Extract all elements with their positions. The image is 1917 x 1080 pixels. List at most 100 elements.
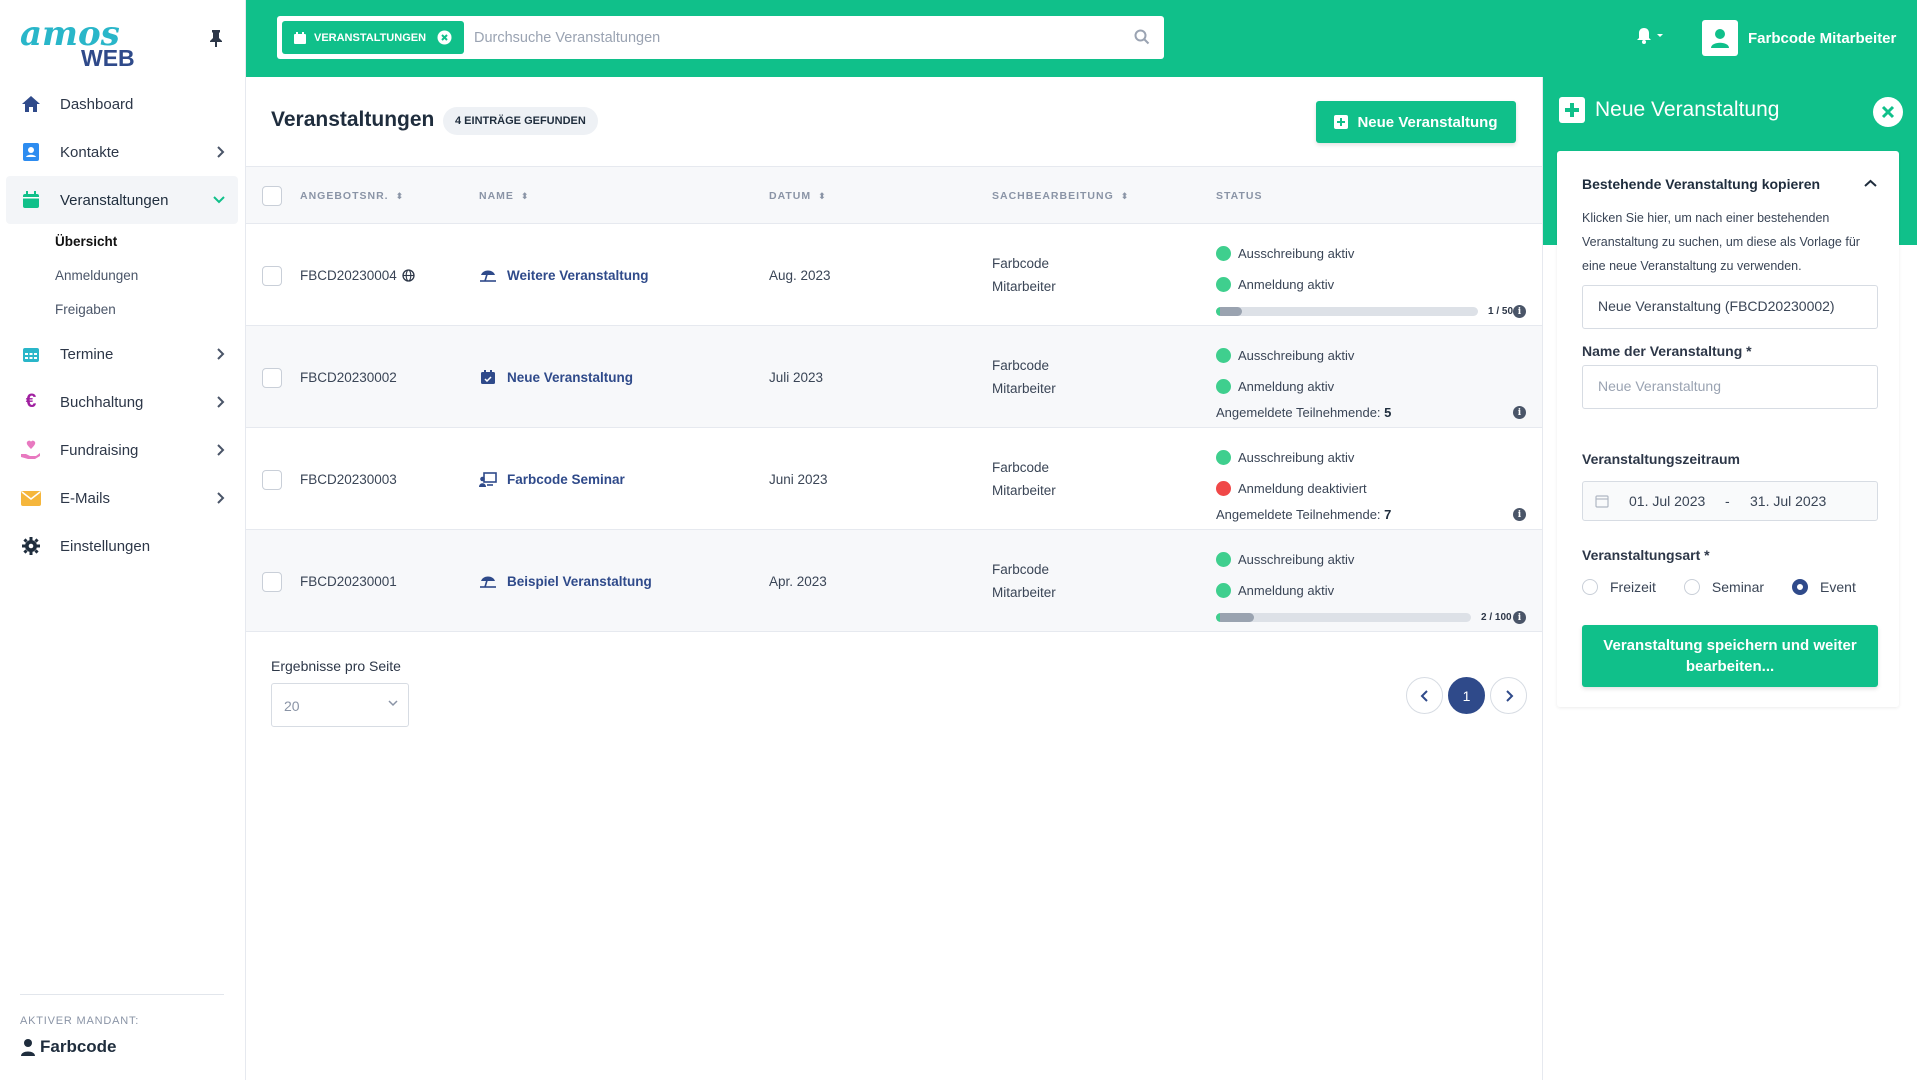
column-header-sachbearbeitung[interactable]: SACHBEARBEITUNG ⬍ — [992, 190, 1129, 202]
event-name-input[interactable]: Neue Veranstaltung — [1582, 365, 1878, 409]
info-icon[interactable]: i — [1513, 508, 1526, 521]
subnav-anmeldungen[interactable]: Anmeldungen — [6, 258, 238, 292]
table-row[interactable]: FBCD20230002 Neue Veranstaltung Juli 202… — [246, 326, 1542, 428]
status-cell: Ausschreibung aktiv Anmeldung deaktivier… — [1216, 442, 1534, 522]
nav-fundraising[interactable]: Fundraising — [6, 426, 238, 474]
next-page-button[interactable] — [1490, 677, 1527, 714]
info-icon[interactable]: i — [1513, 611, 1526, 624]
row-checkbox[interactable] — [262, 266, 282, 286]
nav-veranstaltungen[interactable]: Veranstaltungen — [6, 176, 238, 224]
nav-label: Veranstaltungen — [60, 191, 169, 209]
event-name-link[interactable]: Beispiel Veranstaltung — [479, 573, 652, 589]
chevron-left-icon — [1420, 689, 1428, 702]
beach-umbrella-icon — [479, 267, 497, 283]
chalkboard-teacher-icon — [479, 471, 497, 487]
info-icon[interactable]: i — [1513, 406, 1526, 419]
search-icon[interactable] — [1134, 29, 1150, 45]
prev-page-button[interactable] — [1406, 677, 1443, 714]
nav-label: Buchhaltung — [60, 393, 144, 411]
status-dot-green — [1216, 450, 1231, 465]
status-text: Ausschreibung aktiv — [1238, 552, 1355, 567]
info-icon[interactable]: i — [1513, 305, 1526, 318]
event-date: Juli 2023 — [769, 370, 824, 385]
status-text: Ausschreibung aktiv — [1238, 246, 1355, 261]
remove-filter-icon[interactable] — [437, 30, 452, 45]
new-event-button[interactable]: Neue Veranstaltung — [1316, 101, 1516, 143]
chevron-up-icon[interactable] — [1864, 179, 1877, 188]
copy-event-select[interactable]: Neue Veranstaltung (FBCD20230002) — [1582, 285, 1878, 329]
status-dot-green — [1216, 379, 1231, 394]
table-row[interactable]: FBCD20230004 Weitere Veranstaltung Aug. … — [246, 224, 1542, 326]
table-row[interactable]: FBCD20230003 Farbcode Seminar Juni 2023 … — [246, 428, 1542, 530]
sort-icon: ⬍ — [520, 190, 530, 201]
event-date: Aug. 2023 — [769, 268, 831, 283]
event-date: Apr. 2023 — [769, 574, 827, 589]
user-name: Farbcode Mitarbeiter — [1748, 29, 1897, 47]
chevron-right-icon — [217, 348, 225, 360]
mandant-switcher[interactable]: Farbcode — [20, 1037, 224, 1057]
search-input[interactable]: Durchsuche Veranstaltungen — [474, 30, 660, 46]
user-tie-icon — [21, 1039, 35, 1056]
radio-event[interactable]: Event — [1792, 579, 1856, 595]
new-event-form: Bestehende Veranstaltung kopieren Klicke… — [1557, 151, 1899, 707]
per-page-select[interactable]: 20 — [271, 683, 409, 727]
euro-icon: € — [25, 391, 37, 412]
event-name-link[interactable]: Neue Veranstaltung — [479, 369, 633, 385]
notifications-button[interactable] — [1636, 27, 1666, 50]
column-header-name[interactable]: NAME ⬍ — [479, 190, 529, 202]
search-bar[interactable]: VERANSTALTUNGEN Durchsuche Veranstaltung… — [277, 16, 1164, 59]
status-text: Anmeldung aktiv — [1238, 277, 1335, 292]
subnav-uebersicht[interactable]: Übersicht — [6, 224, 238, 258]
chevron-down-icon — [388, 700, 398, 707]
nav-einstellungen[interactable]: Einstellungen — [6, 522, 238, 570]
status-dot-green — [1216, 348, 1231, 363]
gear-icon — [20, 535, 42, 557]
clerk: Farbcode Mitarbeiter — [992, 562, 1056, 600]
close-icon — [1881, 105, 1895, 119]
row-checkbox[interactable] — [262, 572, 282, 592]
nav-dashboard[interactable]: Dashboard — [6, 80, 238, 128]
select-all-checkbox[interactable] — [262, 186, 282, 206]
page-button-current[interactable]: 1 — [1448, 677, 1485, 714]
save-and-edit-button[interactable]: Veranstaltung speichern und weiter bearb… — [1582, 625, 1878, 687]
chevron-right-icon — [1505, 689, 1513, 702]
copy-section-title[interactable]: Bestehende Veranstaltung kopieren — [1582, 176, 1820, 192]
progress-fill — [1216, 613, 1255, 622]
row-checkbox[interactable] — [262, 470, 282, 490]
svg-text:WEB: WEB — [81, 45, 135, 70]
nav-buchhaltung[interactable]: € Buchhaltung — [6, 378, 238, 426]
chevron-right-icon — [217, 444, 225, 456]
event-name-link[interactable]: Farbcode Seminar — [479, 471, 625, 487]
chevron-down-icon — [213, 196, 225, 204]
search-filter-tag[interactable]: VERANSTALTUNGEN — [282, 21, 464, 54]
user-icon — [1711, 29, 1729, 48]
event-name-link[interactable]: Weitere Veranstaltung — [479, 267, 649, 283]
amos-web-logo[interactable]: amos WEB — [18, 10, 168, 70]
nav-label: Einstellungen — [60, 537, 151, 555]
offer-number: FBCD20230001 — [300, 574, 397, 589]
avatar — [1702, 20, 1738, 56]
plus-icon — [1334, 115, 1349, 129]
column-header-nr[interactable]: ANGEBOTSNR. ⬍ — [300, 190, 404, 202]
status-cell: Ausschreibung aktiv Anmeldung aktiv 2 / … — [1216, 544, 1534, 624]
pin-icon[interactable] — [206, 28, 226, 48]
column-header-date[interactable]: DATUM ⬍ — [769, 190, 827, 202]
mandant-label: AKTIVER MANDANT: — [20, 1015, 140, 1027]
close-panel-button[interactable] — [1873, 97, 1903, 127]
radio-seminar[interactable]: Seminar — [1683, 579, 1764, 595]
user-menu[interactable]: Farbcode Mitarbeiter — [1702, 20, 1896, 56]
subnav-freigaben[interactable]: Freigaben — [6, 292, 238, 326]
mandant-name: Farbcode — [40, 1037, 117, 1056]
status-dot-green — [1216, 583, 1231, 598]
date-range-input[interactable]: 01. Jul 2023 - 31. Jul 2023 — [1582, 481, 1878, 521]
radio-freizeit[interactable]: Freizeit — [1582, 579, 1656, 595]
row-checkbox[interactable] — [262, 368, 282, 388]
table-row[interactable]: FBCD20230001 Beispiel Veranstaltung Apr.… — [246, 530, 1542, 632]
nav-label: Kontakte — [60, 143, 120, 161]
nav-kontakte[interactable]: Kontakte — [6, 128, 238, 176]
pagination: 1 — [1406, 677, 1532, 714]
nav-emails[interactable]: E-Mails — [6, 474, 238, 522]
events-table: ANGEBOTSNR. ⬍ NAME ⬍ DATUM ⬍ SACHBEARBEITUN… — [246, 166, 1542, 632]
nav-termine[interactable]: Termine — [6, 330, 238, 378]
status-dot-green — [1216, 277, 1231, 292]
